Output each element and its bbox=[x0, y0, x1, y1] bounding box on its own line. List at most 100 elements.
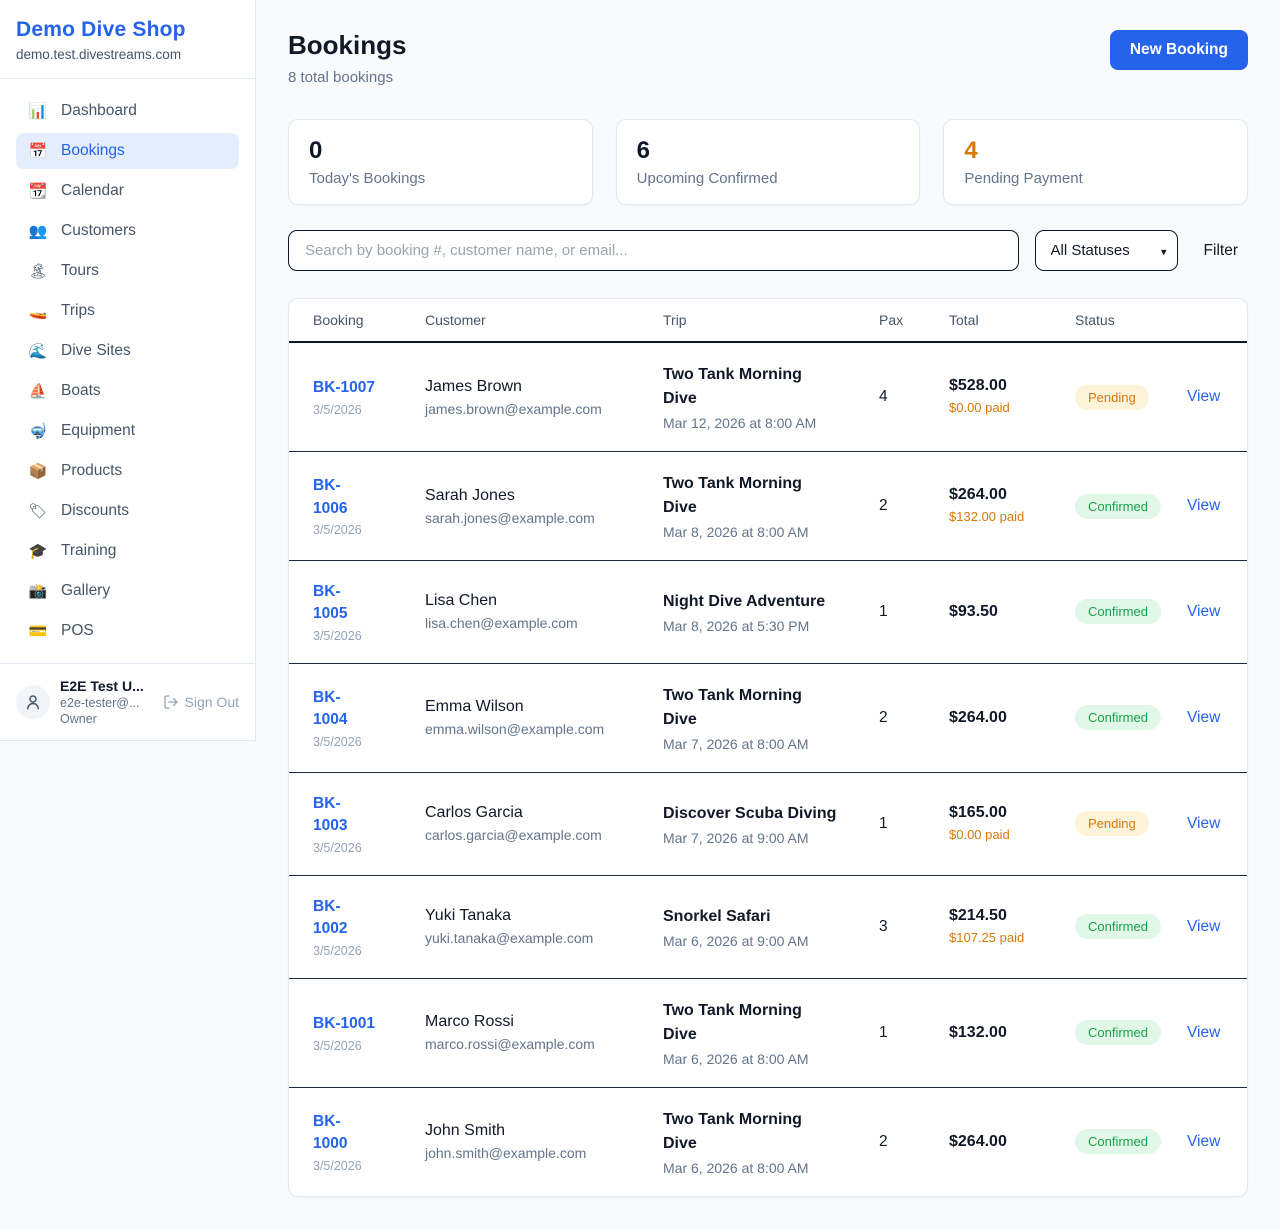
booking-date: 3/5/2026 bbox=[313, 735, 393, 749]
view-link[interactable]: View bbox=[1187, 918, 1220, 935]
sidebar-item-dashboard[interactable]: 📊Dashboard bbox=[16, 93, 239, 129]
sidebar-item-equipment[interactable]: 🤿Equipment bbox=[16, 413, 239, 449]
booking-id-link[interactable]: BK-1004 bbox=[313, 689, 347, 728]
sidebar-item-label: Trips bbox=[61, 302, 95, 320]
status-cell: Confirmed bbox=[1051, 978, 1163, 1087]
page-title-block: Bookings 8 total bookings bbox=[288, 30, 406, 86]
total-cell: $264.00 bbox=[925, 663, 1051, 772]
customer-cell: Sarah Jones sarah.jones@example.com bbox=[401, 452, 639, 561]
booking-id-link[interactable]: BK-1006 bbox=[313, 477, 347, 516]
trip-name: Night Dive Adventure bbox=[663, 590, 839, 614]
sidebar-item-label: Equipment bbox=[61, 422, 135, 440]
status-cell: Confirmed bbox=[1051, 663, 1163, 772]
sidebar-item-label: POS bbox=[61, 622, 94, 640]
stat-card-today-s-bookings: 0Today's Bookings bbox=[288, 119, 593, 205]
sidebar-item-label: Gallery bbox=[61, 582, 110, 600]
table-row: BK-1007 3/5/2026 James Brown james.brown… bbox=[289, 342, 1248, 452]
customer-email: lisa.chen@example.com bbox=[425, 615, 631, 631]
view-cell: View bbox=[1163, 561, 1248, 664]
paid-amount: $0.00 paid bbox=[949, 399, 1029, 417]
sidebar-item-discounts[interactable]: 🏷Discounts bbox=[16, 493, 239, 529]
status-badge: Confirmed bbox=[1075, 1020, 1161, 1045]
pax-count: 2 bbox=[879, 1133, 888, 1150]
brand-name: Demo Dive Shop bbox=[16, 18, 239, 42]
column-header-total: Total bbox=[925, 299, 1051, 342]
trip-datetime: Mar 8, 2026 at 5:30 PM bbox=[663, 618, 847, 634]
trip-cell: Two Tank Morning Dive Mar 6, 2026 at 8:0… bbox=[639, 1087, 855, 1196]
trip-datetime: Mar 12, 2026 at 8:00 AM bbox=[663, 415, 847, 431]
sidebar-item-calendar[interactable]: 📆Calendar bbox=[16, 173, 239, 209]
sidebar-item-boats[interactable]: ⛵Boats bbox=[16, 373, 239, 409]
total-cell: $165.00 $0.00 paid bbox=[925, 772, 1051, 875]
booking-date: 3/5/2026 bbox=[313, 841, 393, 855]
filter-button[interactable]: Filter bbox=[1194, 236, 1248, 266]
search-input[interactable] bbox=[288, 230, 1019, 271]
sidebar-item-customers[interactable]: 👥Customers bbox=[16, 213, 239, 249]
booking-cell: BK-1004 3/5/2026 bbox=[289, 663, 401, 772]
column-header-booking: Booking bbox=[289, 299, 401, 342]
view-cell: View bbox=[1163, 663, 1248, 772]
sidebar-item-label: Tours bbox=[61, 262, 99, 280]
booking-id-link[interactable]: BK-1002 bbox=[313, 898, 347, 937]
status-cell: Confirmed bbox=[1051, 1087, 1163, 1196]
trip-cell: Night Dive Adventure Mar 8, 2026 at 5:30… bbox=[639, 561, 855, 664]
booking-id-link[interactable]: BK-1007 bbox=[313, 379, 375, 396]
sailboat-icon: ⛵ bbox=[28, 382, 48, 400]
stat-label: Today's Bookings bbox=[309, 170, 572, 187]
stats-row: 0Today's Bookings6Upcoming Confirmed4Pen… bbox=[288, 119, 1248, 205]
sign-out-button[interactable]: Sign Out bbox=[163, 694, 239, 710]
customer-cell: Carlos Garcia carlos.garcia@example.com bbox=[401, 772, 639, 875]
sidebar-item-dive-sites[interactable]: 🌊Dive Sites bbox=[16, 333, 239, 369]
sidebar-item-bookings[interactable]: 📅Bookings bbox=[16, 133, 239, 169]
sidebar-item-products[interactable]: 📦Products bbox=[16, 453, 239, 489]
booking-id-link[interactable]: BK-1003 bbox=[313, 795, 347, 834]
table-row: BK-1005 3/5/2026 Lisa Chen lisa.chen@exa… bbox=[289, 561, 1248, 664]
customer-cell: Yuki Tanaka yuki.tanaka@example.com bbox=[401, 875, 639, 978]
booking-id-link[interactable]: BK-1000 bbox=[313, 1113, 347, 1152]
view-link[interactable]: View bbox=[1187, 1133, 1220, 1150]
sidebar-item-trips[interactable]: 🚤Trips bbox=[16, 293, 239, 329]
view-link[interactable]: View bbox=[1187, 388, 1220, 405]
credit-card-icon: 💳 bbox=[28, 622, 48, 640]
table-row: BK-1003 3/5/2026 Carlos Garcia carlos.ga… bbox=[289, 772, 1248, 875]
pax-cell: 1 bbox=[855, 978, 925, 1087]
customer-cell: Emma Wilson emma.wilson@example.com bbox=[401, 663, 639, 772]
column-header-pax: Pax bbox=[855, 299, 925, 342]
sidebar-item-label: Dashboard bbox=[61, 102, 137, 120]
booking-date: 3/5/2026 bbox=[313, 944, 393, 958]
tag-icon: 🏷 bbox=[28, 502, 48, 520]
customer-email: sarah.jones@example.com bbox=[425, 510, 631, 526]
trip-name: Two Tank Morning Dive bbox=[663, 363, 839, 411]
customer-name: Yuki Tanaka bbox=[425, 907, 631, 925]
view-link[interactable]: View bbox=[1187, 497, 1220, 514]
view-link[interactable]: View bbox=[1187, 815, 1220, 832]
trip-cell: Snorkel Safari Mar 6, 2026 at 9:00 AM bbox=[639, 875, 855, 978]
status-badge: Confirmed bbox=[1075, 599, 1161, 624]
customer-name: Sarah Jones bbox=[425, 487, 631, 505]
status-filter-select[interactable]: All Statuses bbox=[1035, 230, 1178, 271]
pax-count: 1 bbox=[879, 603, 888, 620]
pax-count: 2 bbox=[879, 709, 888, 726]
customer-cell: Lisa Chen lisa.chen@example.com bbox=[401, 561, 639, 664]
new-booking-button[interactable]: New Booking bbox=[1110, 30, 1248, 70]
trip-cell: Discover Scuba Diving Mar 7, 2026 at 9:0… bbox=[639, 772, 855, 875]
trip-datetime: Mar 7, 2026 at 9:00 AM bbox=[663, 830, 847, 846]
pax-cell: 2 bbox=[855, 452, 925, 561]
user-role: Owner bbox=[60, 712, 153, 726]
view-link[interactable]: View bbox=[1187, 709, 1220, 726]
table-row: BK-1000 3/5/2026 John Smith john.smith@e… bbox=[289, 1087, 1248, 1196]
view-link[interactable]: View bbox=[1187, 603, 1220, 620]
status-cell: Pending bbox=[1051, 342, 1163, 452]
booking-cell: BK-1002 3/5/2026 bbox=[289, 875, 401, 978]
paid-amount: $132.00 paid bbox=[949, 508, 1029, 526]
booking-id-link[interactable]: BK-1001 bbox=[313, 1015, 375, 1032]
customer-email: marco.rossi@example.com bbox=[425, 1036, 631, 1052]
sidebar-item-tours[interactable]: 🏝Tours bbox=[16, 253, 239, 289]
sidebar-item-pos[interactable]: 💳 POS bbox=[16, 613, 239, 649]
customer-name: Emma Wilson bbox=[425, 698, 631, 716]
view-link[interactable]: View bbox=[1187, 1024, 1220, 1041]
table-row: BK-1001 3/5/2026 Marco Rossi marco.rossi… bbox=[289, 978, 1248, 1087]
booking-id-link[interactable]: BK-1005 bbox=[313, 583, 347, 622]
sidebar-item-gallery[interactable]: 📸Gallery bbox=[16, 573, 239, 609]
sidebar-item-training[interactable]: 🎓Training bbox=[16, 533, 239, 569]
